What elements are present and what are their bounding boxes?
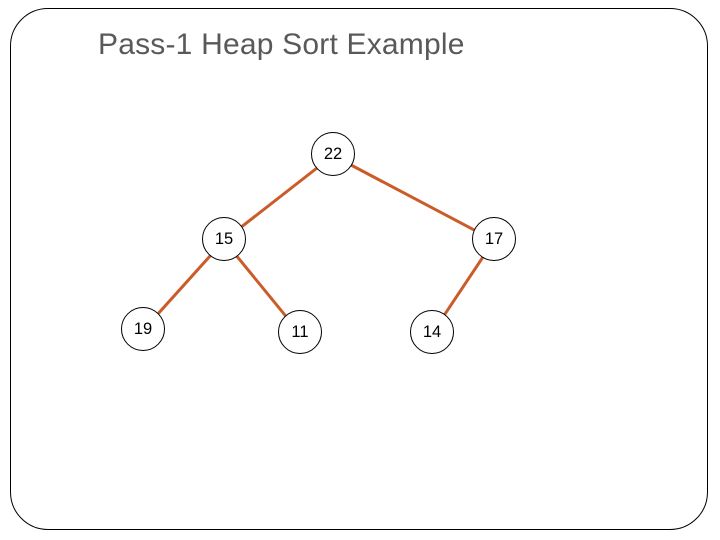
edge-root-right (332, 154, 494, 242)
heap-diagram: 22 15 17 19 11 14 (0, 0, 720, 540)
node-l-label: 15 (215, 230, 233, 249)
node-ll-label: 19 (134, 320, 152, 339)
node-lr: 11 (278, 310, 322, 354)
node-l: 15 (202, 217, 246, 261)
node-r: 17 (472, 217, 516, 261)
node-root: 22 (311, 132, 355, 176)
node-rl: 14 (410, 310, 454, 354)
node-ll: 19 (121, 307, 165, 351)
node-root-label: 22 (324, 145, 342, 164)
node-lr-label: 11 (291, 323, 308, 342)
node-r-label: 17 (485, 230, 503, 249)
node-rl-label: 14 (423, 323, 441, 342)
